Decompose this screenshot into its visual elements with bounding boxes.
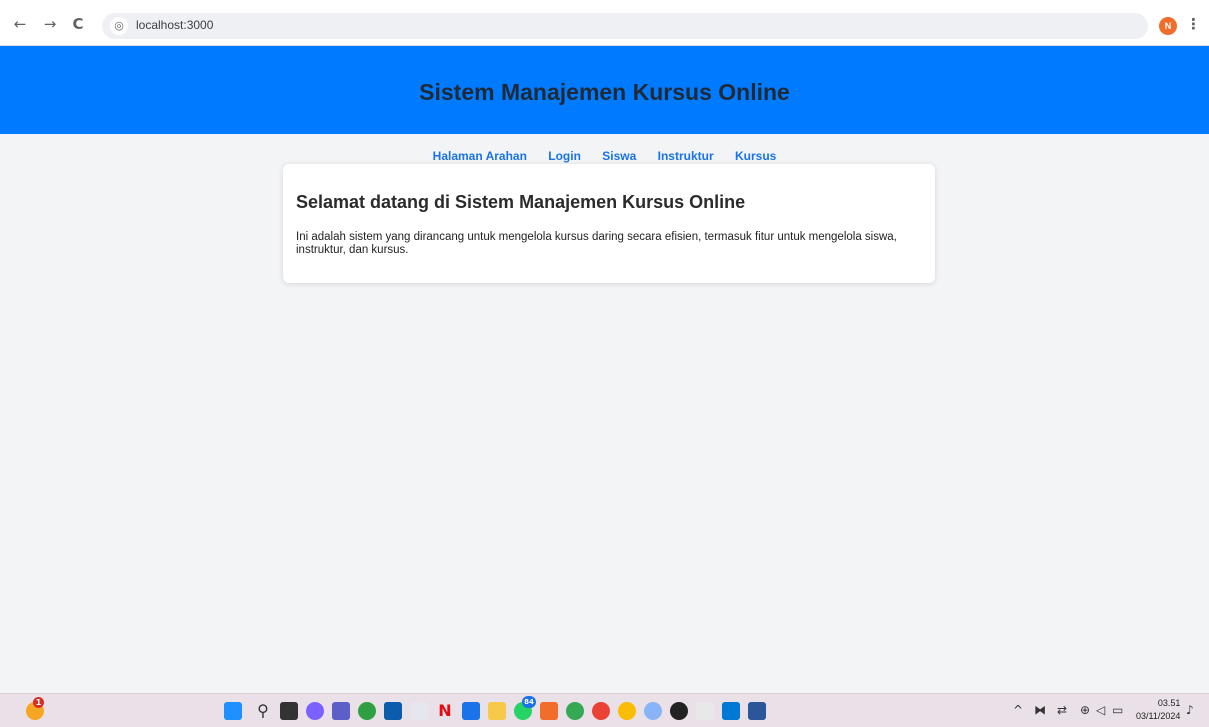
- notification-bell-icon[interactable]: ♪: [1186, 703, 1194, 717]
- welcome-card: Selamat datang di Sistem Manajemen Kursu…: [283, 164, 935, 283]
- browser-menu-icon[interactable]: ⋮: [1186, 15, 1201, 35]
- chrome-icon[interactable]: [566, 702, 584, 720]
- volume-icon[interactable]: ◁: [1096, 703, 1105, 717]
- store-icon[interactable]: [384, 702, 402, 720]
- windows-start-icon[interactable]: [224, 702, 242, 720]
- nav-link-instruktur[interactable]: Instruktur: [658, 149, 714, 163]
- teams-icon[interactable]: [332, 702, 350, 720]
- site-info-icon[interactable]: ◎: [110, 17, 128, 35]
- back-icon[interactable]: ←: [10, 14, 30, 34]
- edge-icon[interactable]: [358, 702, 376, 720]
- main-nav: Halaman Arahan Login Siswa Instruktur Ku…: [0, 149, 1209, 163]
- weather-widget-icon[interactable]: 1: [26, 697, 44, 720]
- search-icon[interactable]: ⚲: [254, 702, 272, 720]
- file-explorer-icon[interactable]: [488, 702, 506, 720]
- netflix-icon[interactable]: N: [436, 702, 454, 720]
- vscode-icon[interactable]: [722, 702, 740, 720]
- whatsapp-badge: 84: [522, 696, 536, 708]
- clock-date: 03/11/2024: [1136, 711, 1181, 721]
- forward-icon[interactable]: →: [40, 14, 60, 34]
- profile-avatar[interactable]: N: [1159, 17, 1177, 35]
- taskbar: 1 ⚲ N 84 ^ ⧓ ⇄ ⊕ ◁ ▭ 03.51 03/11/2024 ♪: [0, 693, 1209, 727]
- address-bar[interactable]: ◎ localhost:3000: [102, 13, 1148, 39]
- site-header: Sistem Manajemen Kursus Online: [0, 46, 1209, 134]
- notification-badge: 1: [33, 697, 44, 708]
- nav-link-kursus[interactable]: Kursus: [735, 149, 776, 163]
- clock[interactable]: 03.51 03/11/2024: [1136, 697, 1180, 723]
- task-view-icon[interactable]: [280, 702, 298, 720]
- url-text[interactable]: localhost:3000: [136, 18, 213, 32]
- media-icon[interactable]: ⧓: [1034, 703, 1046, 717]
- clock-time: 03.51: [1157, 698, 1181, 708]
- settings-icon[interactable]: [644, 702, 662, 720]
- transfer-icon[interactable]: ⇄: [1057, 703, 1067, 717]
- chevron-up-icon[interactable]: ^: [1013, 703, 1023, 717]
- whatsapp-icon[interactable]: 84: [514, 696, 536, 720]
- chrome-profile-icon[interactable]: [592, 702, 610, 720]
- welcome-description: Ini adalah sistem yang dirancang untuk m…: [296, 231, 897, 256]
- media-player-icon[interactable]: [410, 702, 428, 720]
- app-icon[interactable]: [462, 702, 480, 720]
- nav-link-halaman-arahan[interactable]: Halaman Arahan: [433, 149, 527, 163]
- nav-link-siswa[interactable]: Siswa: [602, 149, 636, 163]
- copilot-icon[interactable]: [306, 702, 324, 720]
- nav-link-login[interactable]: Login: [548, 149, 581, 163]
- xampp-icon[interactable]: [540, 702, 558, 720]
- chrome-alt-icon[interactable]: [618, 702, 636, 720]
- page-title: Sistem Manajemen Kursus Online: [419, 79, 790, 105]
- app-circle-icon[interactable]: [670, 702, 688, 720]
- browser-toolbar: ← → C ◎ localhost:3000 N ⋮: [0, 0, 1209, 46]
- network-icon[interactable]: ⊕: [1080, 703, 1090, 717]
- battery-icon[interactable]: ▭: [1112, 703, 1123, 717]
- word-icon[interactable]: [748, 702, 766, 720]
- reload-icon[interactable]: C: [68, 14, 88, 34]
- capcut-icon[interactable]: [696, 702, 714, 720]
- welcome-heading: Selamat datang di Sistem Manajemen Kursu…: [296, 192, 746, 212]
